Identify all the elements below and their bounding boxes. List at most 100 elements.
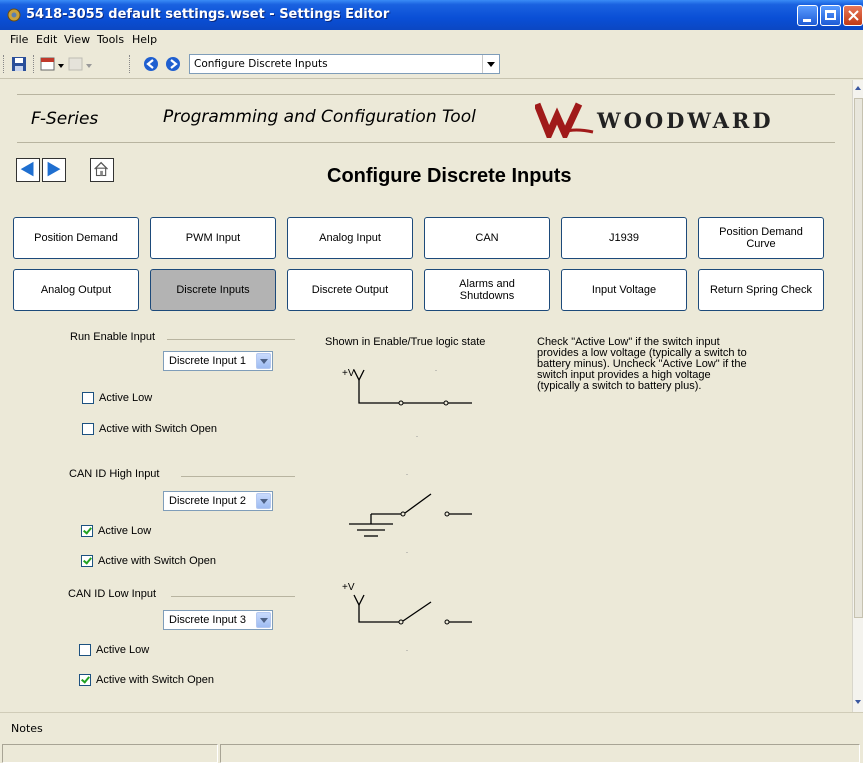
can-id-low-input-select[interactable]: Discrete Input 3 (163, 610, 273, 630)
checkbox-box[interactable] (79, 674, 91, 686)
toolbar-grip (3, 55, 7, 73)
toolbar-grip (33, 55, 37, 73)
can-id-high-input-select[interactable]: Discrete Input 2 (163, 491, 273, 511)
nav-forward-button[interactable] (42, 158, 66, 182)
divider (181, 476, 295, 477)
switch-ground-diagram (349, 474, 472, 553)
group-title-run-enable: Run Enable Input (70, 331, 156, 343)
checkbox-label: Active Low (98, 525, 152, 537)
tool-title: Programming and Configuration Tool (163, 107, 476, 127)
close-icon (848, 10, 859, 21)
can-id-low-active-low-checkbox[interactable]: Active Low (79, 644, 149, 656)
group-title-can-id-high: CAN ID High Input (69, 468, 160, 480)
page-title: Configure Discrete Inputs (327, 165, 572, 187)
chevron-down-icon[interactable] (86, 64, 92, 68)
tile-pwm-input[interactable]: PWM Input (150, 217, 276, 259)
run-enable-input-value: Discrete Input 1 (169, 355, 247, 367)
scrollbar-thumb[interactable] (854, 98, 863, 618)
page-select[interactable]: Configure Discrete Inputs (189, 54, 500, 74)
menu-edit[interactable]: Edit (36, 33, 57, 46)
tile-analog-output[interactable]: Analog Output (13, 269, 139, 311)
tile-analog-input[interactable]: Analog Input (287, 217, 413, 259)
tile-alarms-and-shutdowns[interactable]: Alarms and Shutdowns (424, 269, 550, 311)
checkbox-label: Active Low (99, 392, 153, 404)
content-area: F-Series Programming and Configuration T… (9, 80, 852, 712)
can-id-high-input-value: Discrete Input 2 (169, 495, 247, 507)
checkbox-box[interactable] (82, 423, 94, 435)
divider (17, 142, 835, 143)
chevron-down-icon[interactable] (482, 55, 499, 73)
switch-open-diagram (353, 594, 472, 651)
minimize-button[interactable] (797, 5, 818, 26)
divider (17, 94, 835, 95)
checkbox-box[interactable] (79, 644, 91, 656)
app-icon (7, 8, 21, 22)
compare-icon[interactable] (67, 55, 85, 73)
calendar-icon[interactable] (39, 55, 57, 73)
back-icon[interactable] (142, 55, 160, 73)
checkbox-label: Active with Switch Open (98, 555, 216, 567)
checkbox-label: Active Low (96, 644, 150, 656)
menu-bar: File Edit View Tools Help (0, 30, 863, 50)
vertical-scrollbar[interactable] (852, 80, 863, 712)
tile-discrete-inputs[interactable]: Discrete Inputs (150, 269, 276, 311)
chevron-down-icon (256, 612, 271, 628)
scroll-up-icon[interactable] (855, 86, 861, 90)
forward-icon[interactable] (164, 55, 182, 73)
checkbox-label: Active with Switch Open (99, 423, 217, 435)
divider (167, 339, 295, 340)
help-text: Check "Active Low" if the switch input p… (537, 337, 797, 392)
brand-name: WOODWARD (597, 108, 774, 133)
notes-label: Notes (11, 722, 43, 735)
page-select-value: Configure Discrete Inputs (194, 58, 328, 70)
right-arrow-icon (47, 161, 61, 177)
menu-tools[interactable]: Tools (97, 33, 124, 46)
checkbox-label: Active with Switch Open (96, 674, 214, 686)
close-button[interactable] (843, 5, 863, 26)
menu-file[interactable]: File (10, 33, 28, 46)
help-line: (typically a switch to battery plus). (537, 380, 702, 392)
diagram-caption: Shown in Enable/True logic state (325, 336, 486, 348)
chevron-down-icon (256, 493, 271, 509)
menu-view[interactable]: View (64, 33, 90, 46)
tile-discrete-output[interactable]: Discrete Output (287, 269, 413, 311)
can-id-low-active-switch-open-checkbox[interactable]: Active with Switch Open (79, 674, 214, 686)
notes-panel: Notes (0, 712, 863, 741)
can-id-high-active-low-checkbox[interactable]: Active Low (81, 525, 151, 537)
woodward-logo: WOODWARD (535, 98, 835, 138)
nav-home-button[interactable] (90, 158, 114, 182)
chevron-down-icon[interactable] (58, 64, 64, 68)
tile-position-demand-curve[interactable]: Position Demand Curve (698, 217, 824, 259)
toolbar: Configure Discrete Inputs (0, 50, 863, 79)
menu-help[interactable]: Help (132, 33, 157, 46)
nav-back-button[interactable] (16, 158, 40, 182)
left-arrow-icon (20, 161, 34, 177)
run-enable-active-switch-open-checkbox[interactable]: Active with Switch Open (82, 423, 217, 435)
tile-return-spring-check[interactable]: Return Spring Check (698, 269, 824, 311)
checkbox-box[interactable] (81, 525, 93, 537)
run-enable-active-low-checkbox[interactable]: Active Low (82, 392, 152, 404)
switch-closed-diagram (353, 369, 472, 437)
scroll-down-icon[interactable] (855, 700, 861, 704)
minimize-icon (803, 19, 811, 22)
tile-position-demand[interactable]: Position Demand (13, 217, 139, 259)
status-pane (220, 744, 860, 763)
checkbox-box[interactable] (81, 555, 93, 567)
save-icon[interactable] (10, 55, 28, 73)
checkbox-box[interactable] (82, 392, 94, 404)
home-icon (94, 161, 108, 177)
maximize-button[interactable] (820, 5, 841, 26)
run-enable-input-select[interactable]: Discrete Input 1 (163, 351, 273, 371)
status-bar (0, 740, 863, 763)
can-id-low-input-value: Discrete Input 3 (169, 614, 247, 626)
product-name: F-Series (31, 109, 99, 129)
tile-input-voltage[interactable]: Input Voltage (561, 269, 687, 311)
woodward-w-icon (535, 102, 594, 138)
can-id-high-active-switch-open-checkbox[interactable]: Active with Switch Open (81, 555, 216, 567)
tile-can[interactable]: CAN (424, 217, 550, 259)
window-titlebar: 5418-3055 default settings.wset - Settin… (0, 0, 863, 30)
voltage-label: +V (342, 368, 355, 379)
group-title-can-id-low: CAN ID Low Input (68, 588, 157, 600)
status-pane (2, 744, 218, 763)
tile-j1939[interactable]: J1939 (561, 217, 687, 259)
